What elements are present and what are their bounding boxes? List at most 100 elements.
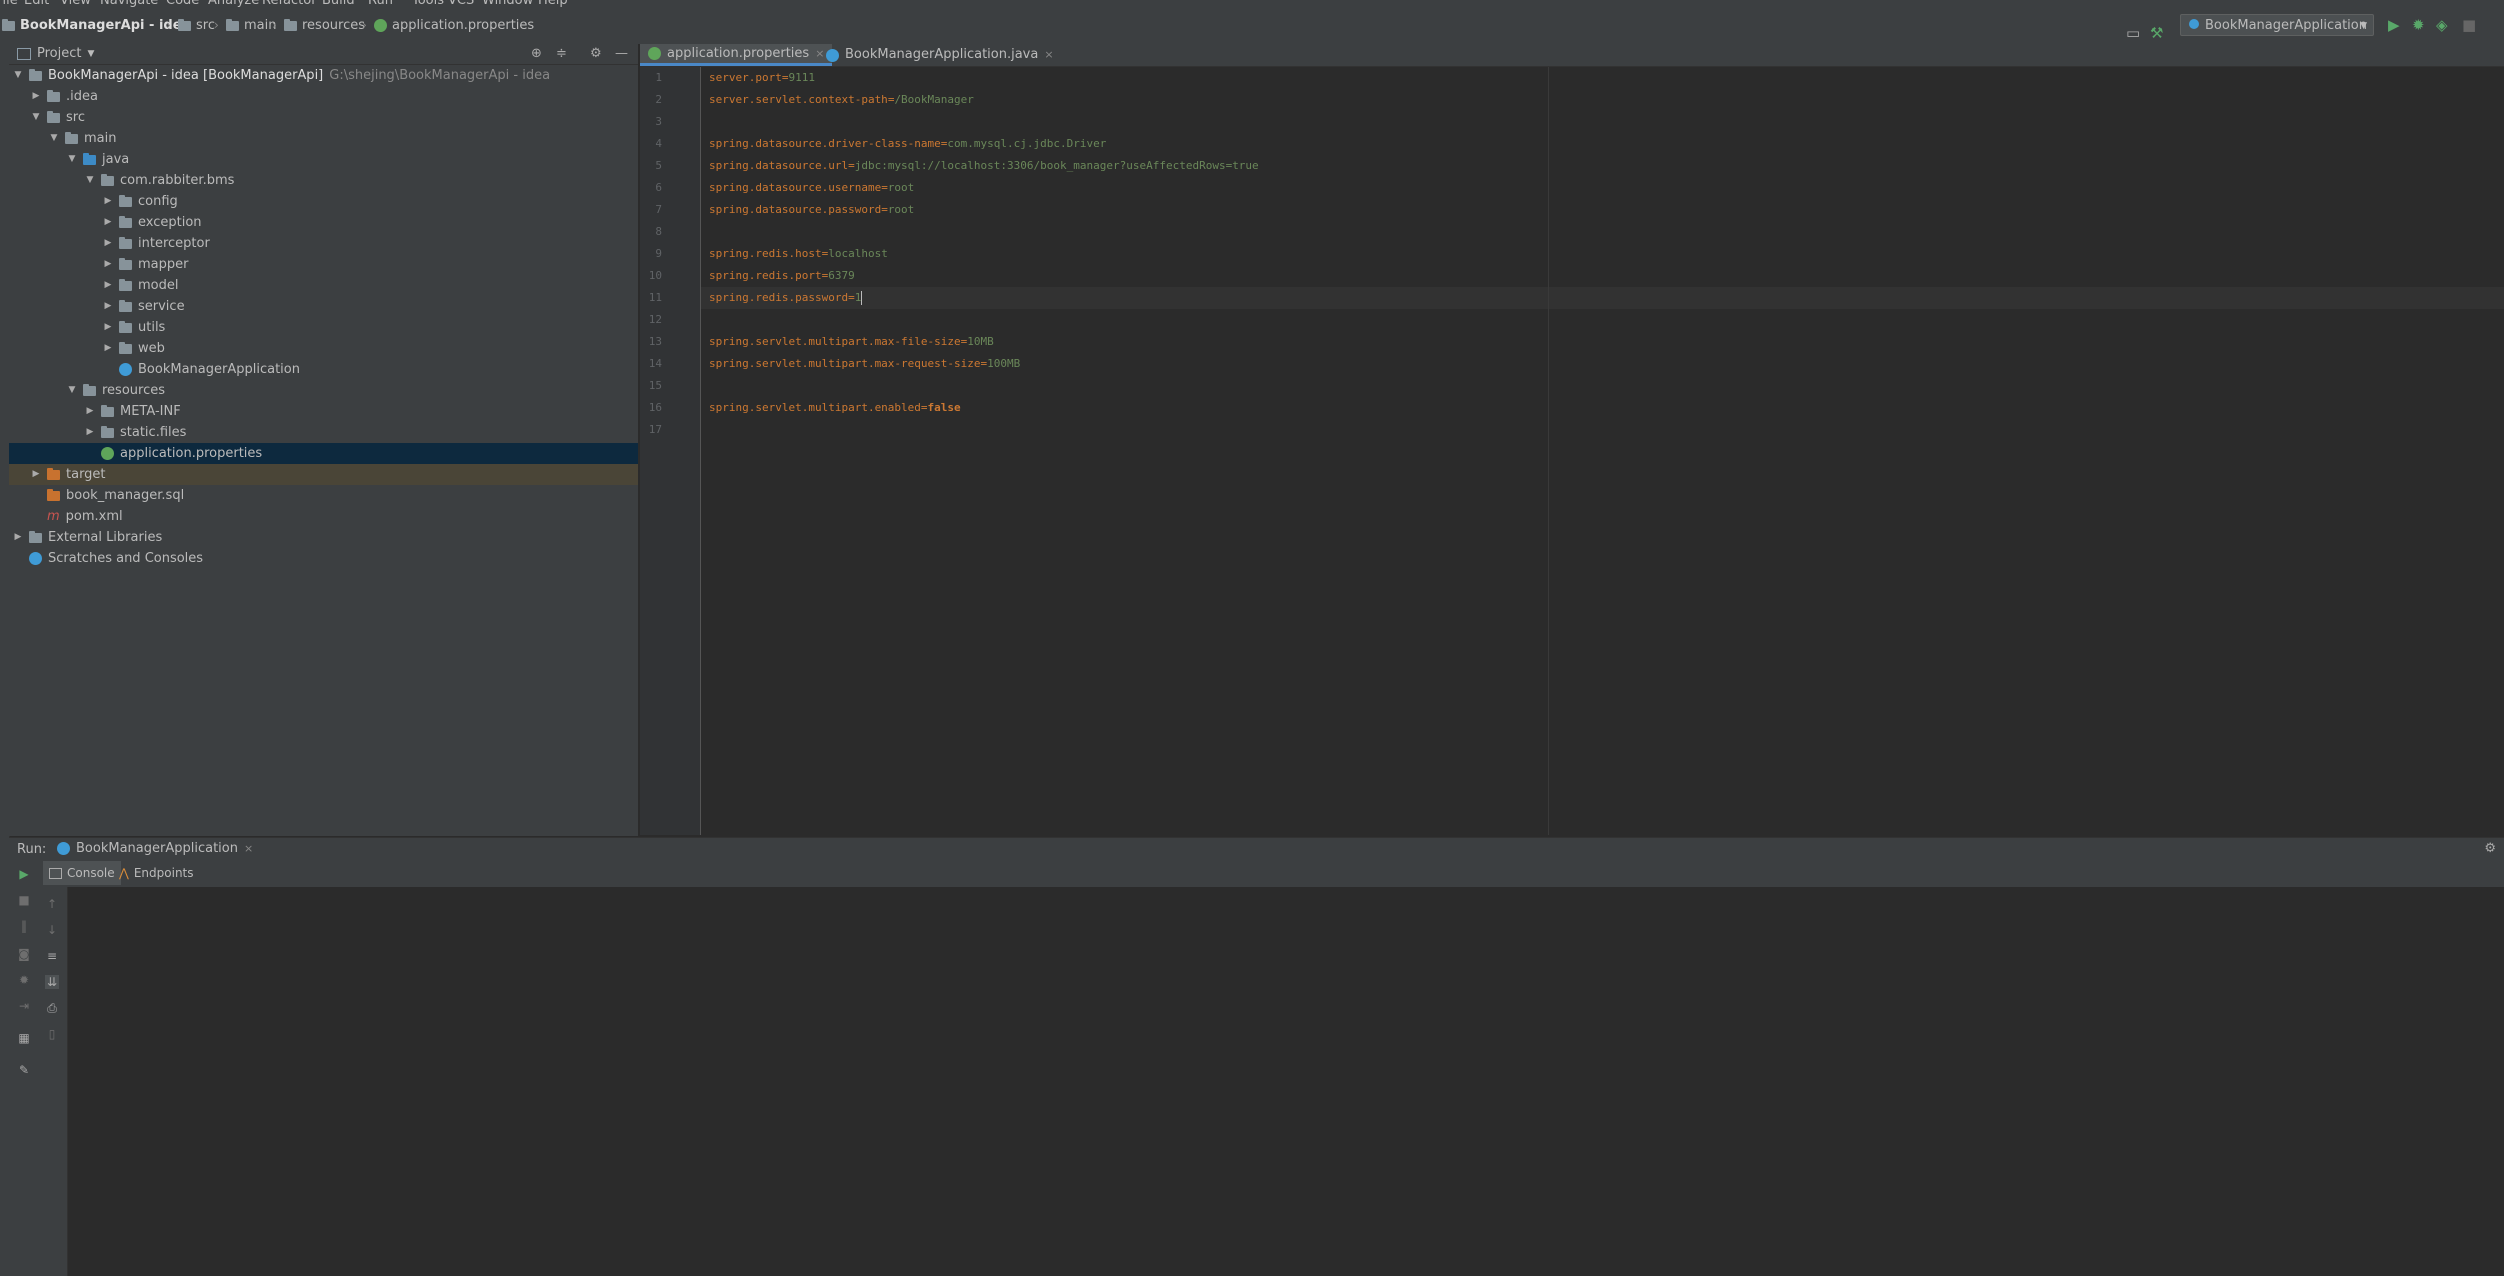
pin-icon[interactable]: ✎ bbox=[17, 1063, 31, 1077]
code-editor[interactable] bbox=[701, 67, 2504, 835]
expand-arrow-icon[interactable]: ▶ bbox=[103, 212, 113, 233]
tree-node[interactable]: ▶ mapper bbox=[103, 254, 189, 275]
gear-icon[interactable]: ⚙ bbox=[2484, 841, 2496, 856]
tree-node[interactable]: ▶ exception bbox=[103, 212, 202, 233]
tree-node[interactable]: ▼ src bbox=[31, 107, 85, 128]
expand-arrow-icon[interactable]: ▼ bbox=[67, 149, 77, 170]
collapse-all-icon[interactable]: ≑ bbox=[556, 46, 567, 61]
code-line[interactable]: spring.servlet.multipart.enabled=false bbox=[709, 397, 961, 419]
tree-node[interactable]: Scratches and Consoles bbox=[13, 548, 203, 569]
menu-item[interactable]: File bbox=[0, 0, 18, 8]
tree-node[interactable]: ▶ META-INF bbox=[85, 401, 181, 422]
soft-wrap-icon[interactable]: ≡ bbox=[45, 949, 59, 963]
rerun-icon[interactable]: ▶ bbox=[17, 867, 31, 881]
tree-node[interactable]: ▶ External Libraries bbox=[13, 527, 163, 548]
tab-console[interactable]: Console bbox=[43, 861, 121, 885]
tree-node[interactable]: ▼ BookManagerApi - idea [BookManagerApi] G… bbox=[13, 65, 551, 86]
stop-icon[interactable]: ■ bbox=[17, 893, 31, 907]
stop-icon[interactable]: ■ bbox=[2462, 16, 2476, 34]
breadcrumb-resources[interactable]: resources bbox=[284, 18, 365, 33]
project-view-selector[interactable]: Project ▼ bbox=[17, 46, 94, 61]
tree-node[interactable]: application.properties bbox=[85, 443, 262, 464]
expand-arrow-icon[interactable]: ▶ bbox=[103, 296, 113, 317]
expand-arrow-icon[interactable]: ▶ bbox=[85, 401, 95, 422]
menu-item[interactable]: View bbox=[60, 0, 91, 8]
tree-node[interactable]: ▼ com.rabbiter.bms bbox=[85, 170, 235, 191]
menu-item[interactable]: Window bbox=[482, 0, 533, 8]
code-line[interactable]: spring.datasource.password=root bbox=[709, 199, 914, 221]
tree-node[interactable]: ▶ interceptor bbox=[103, 233, 210, 254]
trash-icon[interactable]: ▯ bbox=[45, 1027, 59, 1041]
arrow-down-icon[interactable]: ↓ bbox=[45, 923, 59, 937]
menu-item[interactable]: Navigate bbox=[100, 0, 158, 8]
menu-item[interactable]: Help bbox=[538, 0, 568, 8]
code-line[interactable]: spring.servlet.multipart.max-file-size=1… bbox=[709, 331, 994, 353]
menu-item[interactable]: VCS bbox=[448, 0, 474, 8]
arrow-up-icon[interactable]: ↑ bbox=[45, 897, 59, 911]
expand-arrow-icon[interactable]: ▼ bbox=[49, 128, 59, 149]
console-output[interactable] bbox=[68, 889, 2504, 1276]
menu-item[interactable]: Run bbox=[368, 0, 393, 8]
tree-node[interactable]: ▶ config bbox=[103, 191, 178, 212]
tree-node[interactable]: ▶ static.files bbox=[85, 422, 187, 443]
close-icon[interactable]: × bbox=[1044, 44, 1053, 66]
locate-icon[interactable]: ⊕ bbox=[531, 46, 542, 61]
run-config-select[interactable]: BookManagerApplication ▼ bbox=[2180, 14, 2374, 36]
expand-arrow-icon[interactable]: ▶ bbox=[103, 191, 113, 212]
code-line[interactable]: server.port=9111 bbox=[709, 67, 815, 89]
expand-arrow-icon[interactable]: ▼ bbox=[31, 107, 41, 128]
code-line[interactable]: spring.servlet.multipart.max-request-siz… bbox=[709, 353, 1020, 375]
menu-item[interactable]: Code bbox=[166, 0, 199, 8]
menu-item[interactable]: Build bbox=[322, 0, 355, 8]
debug-icon[interactable]: ✹ bbox=[17, 973, 31, 987]
expand-arrow-icon[interactable]: ▶ bbox=[31, 464, 41, 485]
layout-icon[interactable]: ▭ bbox=[2126, 24, 2140, 42]
close-icon[interactable]: × bbox=[244, 842, 253, 855]
expand-arrow-icon[interactable]: ▶ bbox=[103, 338, 113, 359]
code-line[interactable]: spring.redis.password=1 bbox=[709, 287, 863, 309]
code-line[interactable]: server.servlet.context-path=/BookManager bbox=[709, 89, 974, 111]
tree-node[interactable]: ▼ java bbox=[67, 149, 130, 170]
print-icon[interactable]: ⎙ bbox=[45, 1001, 59, 1016]
expand-arrow-icon[interactable]: ▶ bbox=[31, 86, 41, 107]
expand-arrow-icon[interactable]: ▶ bbox=[103, 254, 113, 275]
build-hammer-icon[interactable]: ⚒ bbox=[2150, 24, 2163, 42]
run-icon[interactable]: ▶ bbox=[2388, 16, 2400, 34]
menu-item[interactable]: Refactor bbox=[262, 0, 317, 8]
tree-node[interactable]: ▶ model bbox=[103, 275, 179, 296]
expand-arrow-icon[interactable]: ▶ bbox=[85, 422, 95, 443]
expand-arrow-icon[interactable]: ▶ bbox=[103, 233, 113, 254]
breadcrumb-project[interactable]: BookManagerApi - idea bbox=[2, 18, 190, 33]
tree-node[interactable]: ▶ utils bbox=[103, 317, 166, 338]
code-line[interactable]: spring.datasource.username=root bbox=[709, 177, 914, 199]
expand-arrow-icon[interactable]: ▶ bbox=[13, 527, 23, 548]
menu-item[interactable]: Edit bbox=[24, 0, 49, 8]
tree-node[interactable]: ▶ .idea bbox=[31, 86, 98, 107]
tree-node[interactable]: ▼ resources bbox=[67, 380, 165, 401]
tree-node[interactable]: ▶ web bbox=[103, 338, 165, 359]
code-line[interactable]: spring.datasource.url=jdbc:mysql://local… bbox=[709, 155, 1259, 177]
expand-arrow-icon[interactable]: ▼ bbox=[85, 170, 95, 191]
tree-node[interactable]: m pom.xml bbox=[31, 506, 123, 527]
layout-icon[interactable]: ▦ bbox=[17, 1031, 31, 1045]
pause-icon[interactable]: ‖ bbox=[17, 919, 31, 933]
breadcrumb-file[interactable]: application.properties bbox=[374, 18, 534, 33]
expand-arrow-icon[interactable]: ▼ bbox=[13, 65, 23, 86]
camera-icon[interactable]: ◙ bbox=[17, 947, 31, 961]
coverage-icon[interactable]: ◈ bbox=[2436, 16, 2448, 34]
expand-arrow-icon[interactable]: ▶ bbox=[103, 275, 113, 296]
breadcrumb-main[interactable]: main bbox=[226, 18, 276, 33]
minimize-icon[interactable]: — bbox=[615, 46, 628, 61]
expand-arrow-icon[interactable]: ▼ bbox=[67, 380, 77, 401]
scroll-to-end-icon[interactable]: ⇊ bbox=[45, 975, 59, 989]
code-line[interactable]: spring.datasource.driver-class-name=com.… bbox=[709, 133, 1106, 155]
tab-application-properties[interactable]: application.properties × bbox=[640, 44, 833, 66]
tree-node[interactable]: ▶ service bbox=[103, 296, 185, 317]
code-line[interactable]: spring.redis.port=6379 bbox=[709, 265, 855, 287]
debug-icon[interactable]: ✹ bbox=[2412, 16, 2425, 34]
code-line[interactable]: spring.redis.host=localhost bbox=[709, 243, 888, 265]
tab-endpoints[interactable]: ⋀ Endpoints bbox=[113, 861, 200, 885]
tree-node[interactable]: book_manager.sql bbox=[31, 485, 184, 506]
exit-icon[interactable]: ⇥ bbox=[17, 999, 31, 1013]
tree-node[interactable]: BookManagerApplication bbox=[103, 359, 300, 380]
